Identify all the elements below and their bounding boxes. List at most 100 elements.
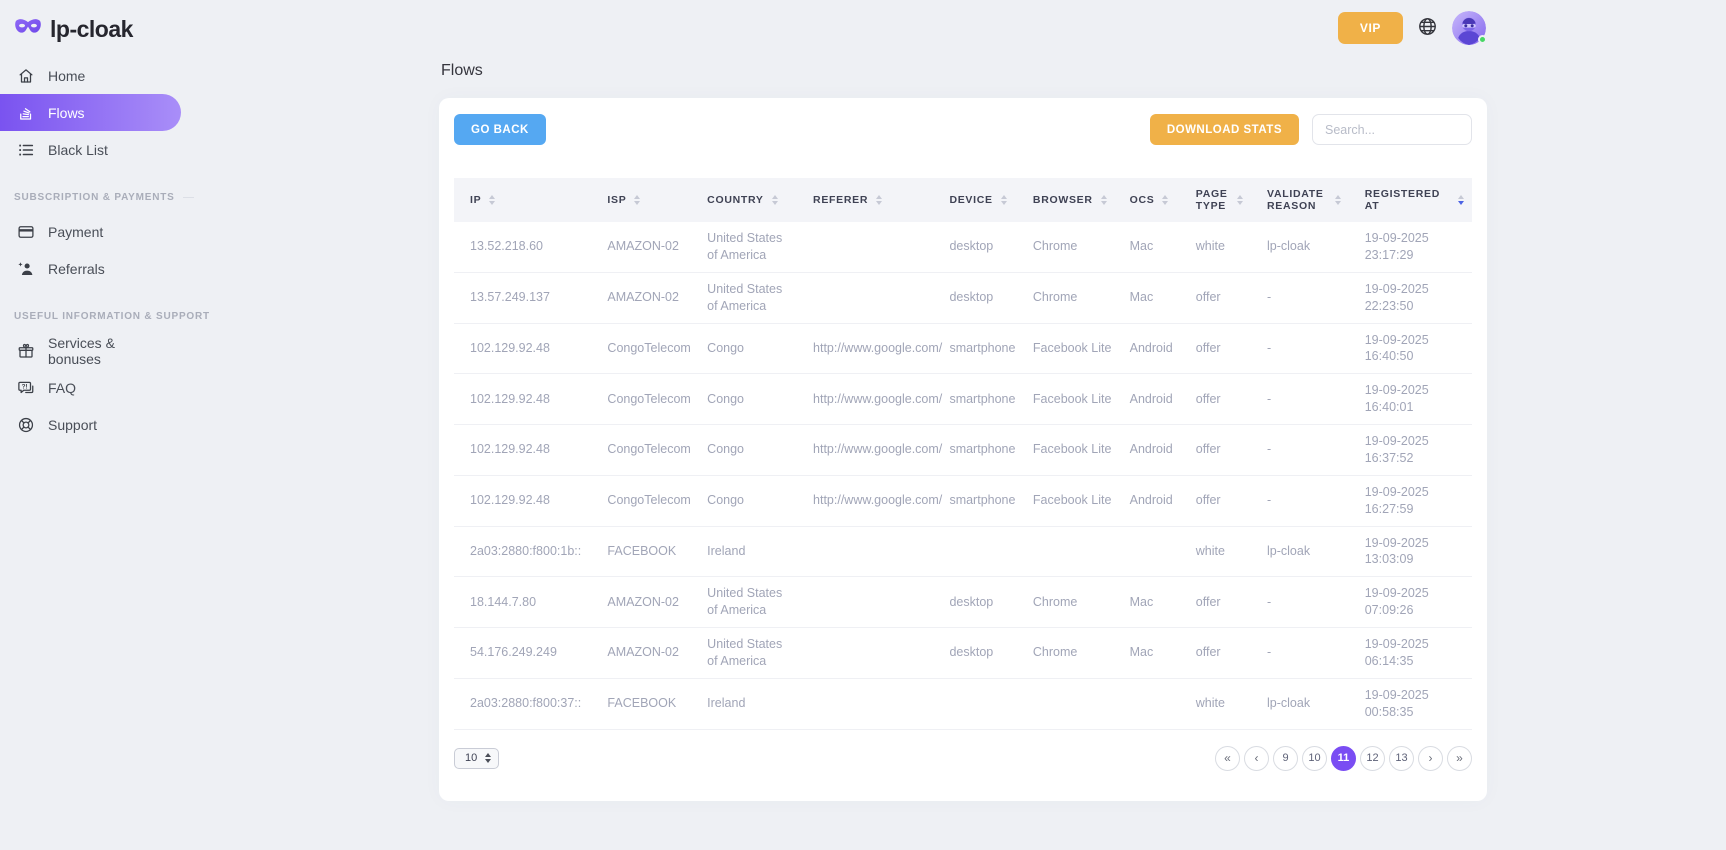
sidebar-item-faq[interactable]: ?!FAQ — [0, 369, 181, 406]
cell-ocs — [1114, 526, 1180, 577]
download-stats-button[interactable]: DOWNLOAD STATS — [1150, 114, 1299, 145]
column-header-country[interactable]: COUNTRY — [691, 178, 797, 222]
user-avatar[interactable] — [1452, 11, 1486, 45]
sidebar-item-referrals[interactable]: Referrals — [0, 250, 181, 287]
cell-page_type: white — [1180, 526, 1251, 577]
column-label: DEVICE — [949, 194, 992, 206]
cell-validate_reason: - — [1251, 374, 1349, 425]
cell-ip: 102.129.92.48 — [454, 374, 591, 425]
cell-ip: 102.129.92.48 — [454, 323, 591, 374]
cell-referer — [797, 577, 933, 628]
sidebar-item-label: Black List — [48, 142, 108, 158]
table-row: 102.129.92.48CongoTelecomCongohttp://www… — [454, 374, 1472, 425]
cell-validate_reason: - — [1251, 628, 1349, 679]
sort-icon — [1101, 195, 1107, 205]
globe-icon — [1417, 16, 1438, 40]
cell-browser: Chrome — [1017, 272, 1114, 323]
sidebar-sections: Subscription & PaymentsPaymentReferralsU… — [0, 182, 200, 443]
cell-device: smartphone — [933, 374, 1016, 425]
pagination-page-13[interactable]: 13 — [1389, 746, 1414, 771]
column-header-browser[interactable]: BROWSER — [1017, 178, 1114, 222]
sort-icon — [1458, 195, 1464, 205]
sidebar-nav: HomeFlows Black List Subscription & Payme… — [0, 57, 200, 443]
sidebar-section-label: Useful information & support — [0, 301, 200, 332]
column-label: OCS — [1130, 194, 1155, 206]
cell-ip: 2a03:2880:f800:1b:: — [454, 526, 591, 577]
column-header-referer[interactable]: REFERER — [797, 178, 933, 222]
column-header-validate_reason[interactable]: VALIDATE REASON — [1251, 178, 1349, 222]
cell-registered_at: 19-09-2025 22:23:50 — [1349, 272, 1472, 323]
column-header-ocs[interactable]: OCS — [1114, 178, 1180, 222]
vip-button[interactable]: VIP — [1338, 12, 1403, 44]
sidebar-item-label: Support — [48, 417, 97, 433]
online-status-dot — [1478, 35, 1487, 44]
cell-ip: 13.52.218.60 — [454, 222, 591, 272]
cell-registered_at: 19-09-2025 00:58:35 — [1349, 678, 1472, 729]
column-label: BROWSER — [1033, 194, 1093, 206]
sort-icon — [1001, 195, 1007, 205]
sidebar: lp-cloak HomeFlows Black List Subscriptio… — [0, 0, 200, 850]
cell-country: Congo — [691, 475, 797, 526]
cell-country: Congo — [691, 323, 797, 374]
cell-country: Ireland — [691, 678, 797, 729]
pagination-page-9[interactable]: 9 — [1273, 746, 1298, 771]
go-back-button[interactable]: GO BACK — [454, 114, 546, 145]
column-header-device[interactable]: DEVICE — [933, 178, 1016, 222]
language-globe-button[interactable] — [1417, 16, 1438, 40]
cell-page_type: offer — [1180, 628, 1251, 679]
sidebar-item-home[interactable]: Home — [0, 57, 181, 94]
column-label: REGISTERED AT — [1365, 188, 1450, 212]
pagination-page-12[interactable]: 12 — [1360, 746, 1385, 771]
sort-icon — [1237, 195, 1243, 205]
cell-isp: AMAZON-02 — [591, 272, 691, 323]
cell-registered_at: 19-09-2025 07:09:26 — [1349, 577, 1472, 628]
cell-device — [933, 526, 1016, 577]
sidebar-item-flows[interactable]: Flows — [0, 94, 181, 131]
column-header-isp[interactable]: ISP — [591, 178, 691, 222]
pagination-prev-button[interactable]: ‹ — [1244, 746, 1269, 771]
cell-referer: http://www.google.com/ — [797, 323, 933, 374]
column-label: REFERER — [813, 194, 868, 206]
pagination-page-11[interactable]: 11 — [1331, 746, 1356, 771]
pagination-first-button[interactable]: « — [1215, 746, 1240, 771]
column-header-page_type[interactable]: PAGE TYPE — [1180, 178, 1251, 222]
faq-icon: ?! — [17, 379, 35, 397]
table-footer: 10 «‹910111213›» — [454, 746, 1472, 771]
table-row: 2a03:2880:f800:1b::FACEBOOKIrelandwhitel… — [454, 526, 1472, 577]
cell-browser: Chrome — [1017, 628, 1114, 679]
table-row: 102.129.92.48CongoTelecomCongohttp://www… — [454, 475, 1472, 526]
sort-icon — [634, 195, 640, 205]
cell-browser — [1017, 526, 1114, 577]
cell-device — [933, 678, 1016, 729]
support-icon — [17, 416, 35, 434]
cell-referer — [797, 272, 933, 323]
cell-device: desktop — [933, 222, 1016, 272]
cell-referer — [797, 678, 933, 729]
page-size-select[interactable]: 10 — [454, 748, 499, 769]
column-label: ISP — [607, 194, 626, 206]
column-header-ip[interactable]: IP — [454, 178, 591, 222]
pagination-last-button[interactable]: » — [1447, 746, 1472, 771]
column-header-registered_at[interactable]: REGISTERED AT — [1349, 178, 1472, 222]
pagination-page-10[interactable]: 10 — [1302, 746, 1327, 771]
cell-device: desktop — [933, 577, 1016, 628]
cell-registered_at: 19-09-2025 16:27:59 — [1349, 475, 1472, 526]
cell-referer: http://www.google.com/ — [797, 475, 933, 526]
search-input[interactable] — [1312, 114, 1472, 145]
cell-registered_at: 19-09-2025 23:17:29 — [1349, 222, 1472, 272]
card-icon — [17, 223, 35, 241]
sidebar-item-services[interactable]: Services & bonuses — [0, 332, 181, 369]
cell-ocs — [1114, 678, 1180, 729]
brand-name: lp-cloak — [50, 16, 133, 43]
cell-ocs: Mac — [1114, 577, 1180, 628]
sidebar-item-support[interactable]: Support — [0, 406, 181, 443]
sidebar-item-payment[interactable]: Payment — [0, 213, 181, 250]
pagination-next-button[interactable]: › — [1418, 746, 1443, 771]
cell-validate_reason: lp-cloak — [1251, 526, 1349, 577]
cell-device: smartphone — [933, 425, 1016, 476]
sidebar-item-blacklist[interactable]: Black List — [0, 131, 181, 168]
sort-icon — [489, 195, 495, 205]
cell-country: Ireland — [691, 526, 797, 577]
cell-referer — [797, 526, 933, 577]
cell-validate_reason: - — [1251, 577, 1349, 628]
